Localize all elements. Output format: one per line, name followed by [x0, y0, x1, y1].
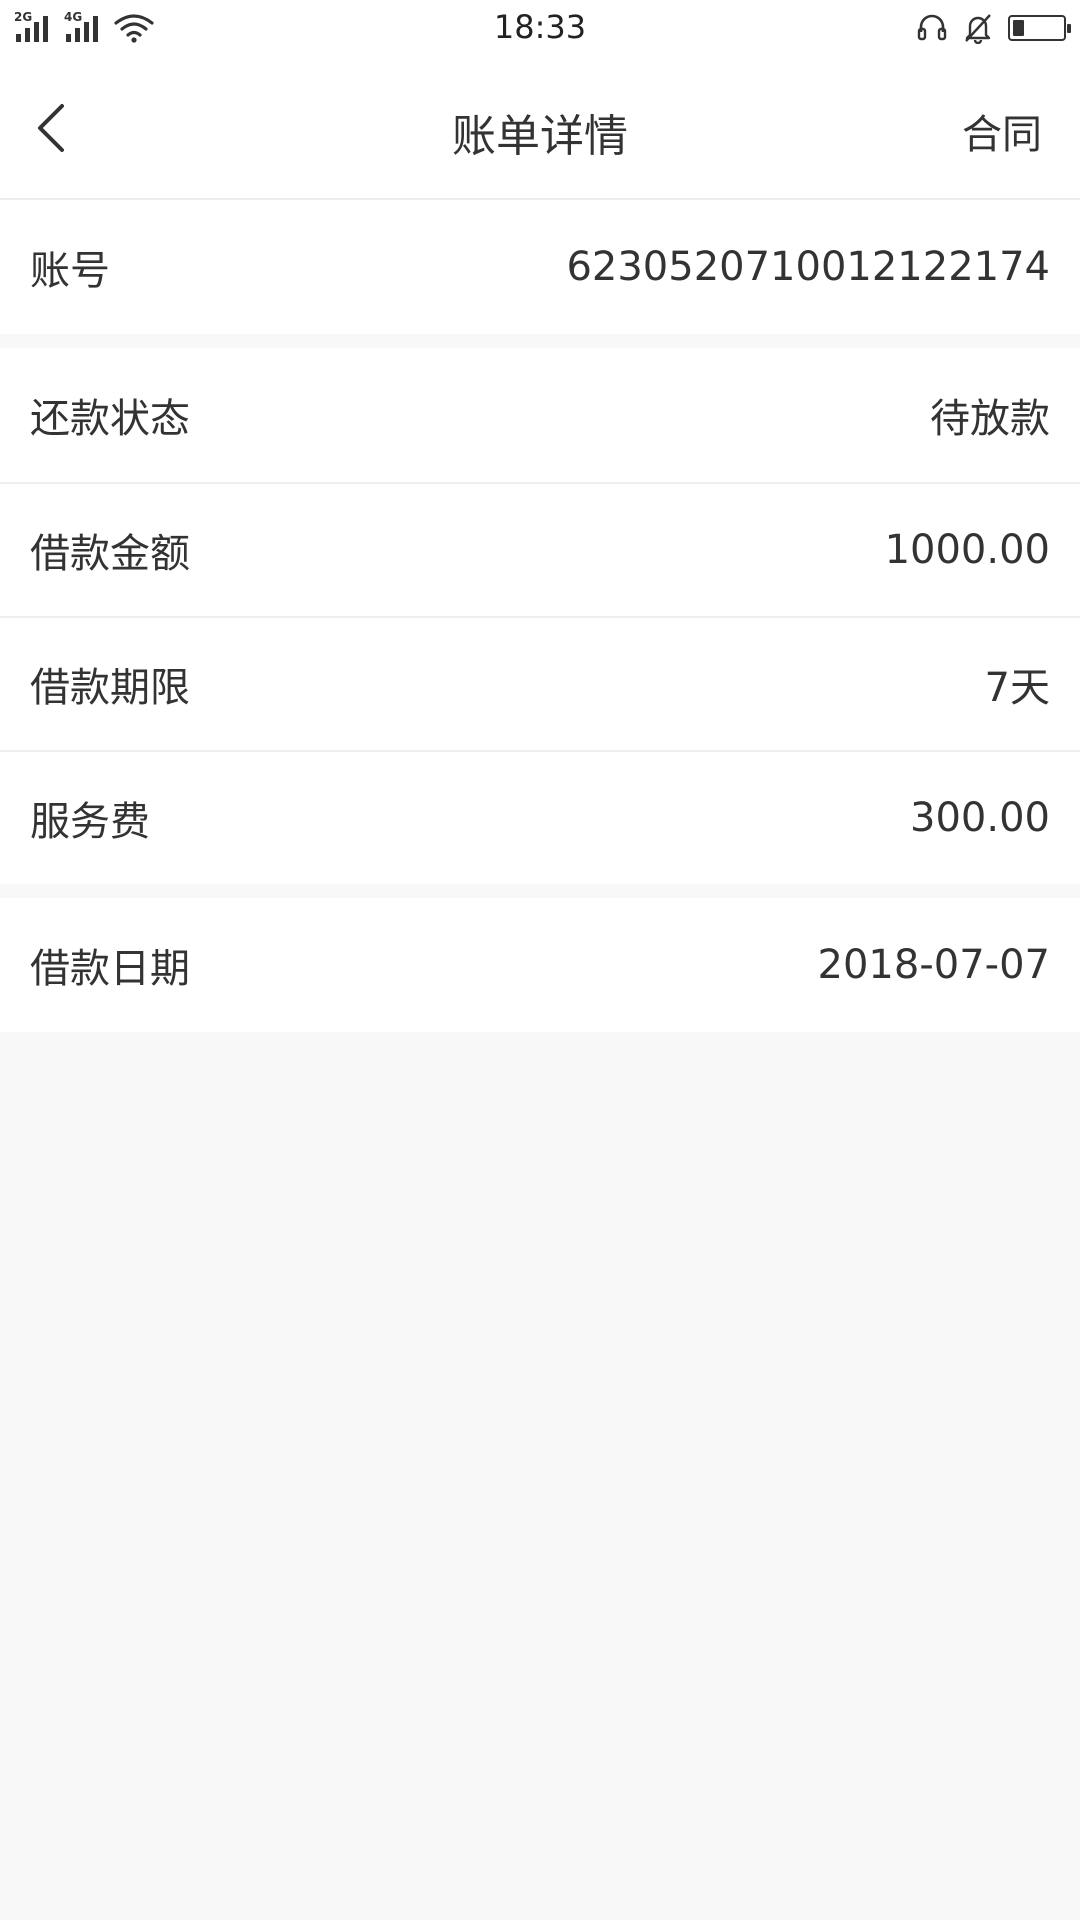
- bell-muted-icon: [965, 14, 991, 44]
- loan-date-card: 借款日期 2018-07-07: [0, 898, 1080, 1032]
- page-title: 账单详情: [452, 111, 628, 162]
- service-fee-value: 300.00: [910, 795, 1050, 841]
- headset-icon: [917, 14, 947, 41]
- repayment-status-row: 还款状态 待放款: [0, 348, 1080, 482]
- contract-button[interactable]: 合同: [962, 102, 1042, 160]
- nav-bar: 账单详情 合同: [0, 56, 1080, 200]
- loan-date-value: 2018-07-07: [817, 942, 1050, 988]
- loan-amount-label: 借款金额: [30, 531, 190, 577]
- loan-amount-row: 借款金额 1000.00: [0, 482, 1080, 616]
- repayment-status-label: 还款状态: [30, 396, 190, 442]
- battery-fill: [1013, 20, 1024, 36]
- service-fee-row: 服务费 300.00: [0, 750, 1080, 884]
- account-card: 账号 6230520710012122174: [0, 200, 1080, 334]
- status-bar: 2G 4G 18:33: [0, 0, 1080, 56]
- battery-icon: [1008, 15, 1071, 41]
- loan-term-row: 借款期限 7天: [0, 616, 1080, 750]
- loan-date-label: 借款日期: [30, 946, 190, 992]
- loan-term-label: 借款期限: [30, 665, 190, 711]
- status-right: [916, 10, 1071, 46]
- loan-amount-value: 1000.00: [884, 527, 1050, 573]
- account-label: 账号: [30, 248, 110, 294]
- loan-date-row: 借款日期 2018-07-07: [0, 898, 1080, 1032]
- loan-details-card: 还款状态 待放款 借款金额 1000.00 借款期限 7天 服务费 300.00: [0, 348, 1080, 884]
- repayment-status-value: 待放款: [930, 396, 1050, 442]
- account-row: 账号 6230520710012122174: [0, 200, 1080, 334]
- account-value: 6230520710012122174: [566, 244, 1050, 290]
- loan-term-value: 7天: [984, 665, 1050, 711]
- service-fee-label: 服务费: [30, 799, 150, 845]
